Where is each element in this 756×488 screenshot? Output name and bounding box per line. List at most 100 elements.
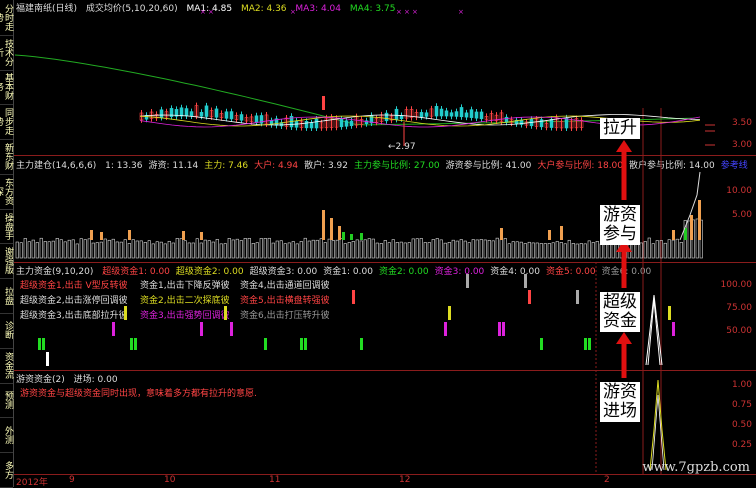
signal-bar xyxy=(502,322,505,336)
volume-bar xyxy=(475,239,479,259)
signal-bar xyxy=(264,338,267,350)
volume-bar xyxy=(207,240,211,259)
volume-bar xyxy=(419,238,423,259)
volume-bar xyxy=(231,239,235,259)
volume-bar xyxy=(327,238,331,259)
candle xyxy=(434,105,439,117)
volume-bar xyxy=(91,242,95,259)
candle xyxy=(199,111,204,117)
volume-bar xyxy=(559,242,563,259)
volume-bar xyxy=(395,242,399,259)
chart-canvas: × × × × × × × xyxy=(14,8,715,474)
volume-bar xyxy=(47,241,51,259)
volume-bar xyxy=(123,239,127,259)
candle xyxy=(464,112,469,118)
volume-bar xyxy=(531,242,535,259)
volume-bar xyxy=(359,240,363,259)
signal-bar xyxy=(672,322,675,336)
volume-bar xyxy=(183,240,187,259)
volume-bar xyxy=(503,238,507,259)
signal-bar xyxy=(304,338,307,350)
x-tick: 9 xyxy=(69,475,75,485)
volume-bar xyxy=(415,238,419,259)
volume-bar xyxy=(215,239,219,259)
signal-bar xyxy=(134,338,137,350)
signal-bar xyxy=(224,306,227,320)
volume-bar xyxy=(15,241,19,259)
candle xyxy=(479,111,484,120)
volume-bar xyxy=(335,239,339,259)
signal-marker: × xyxy=(290,8,296,16)
signal-bar xyxy=(498,322,501,336)
volume-bar xyxy=(471,239,475,259)
volume-bar xyxy=(579,243,583,259)
volume-bar xyxy=(567,239,571,259)
candle xyxy=(469,109,474,118)
volume-bar xyxy=(51,240,55,259)
volume-bar xyxy=(507,243,511,259)
volume-bar xyxy=(595,241,599,259)
volume-bar xyxy=(127,243,131,259)
volume-bar xyxy=(571,243,575,259)
volume-bar xyxy=(151,243,155,259)
volume-bar xyxy=(459,239,463,259)
candle xyxy=(424,112,429,117)
ma4-line xyxy=(14,54,696,126)
participation-bar xyxy=(672,230,675,240)
volume-bar xyxy=(19,242,23,259)
volume-bar xyxy=(367,238,371,259)
signal-bar xyxy=(42,338,45,350)
signal-marker: × xyxy=(404,8,410,16)
volume-bar xyxy=(535,242,539,259)
volume-bar xyxy=(119,241,123,259)
volume-bar xyxy=(299,241,303,259)
participation-bar xyxy=(128,230,131,240)
volume-bar xyxy=(519,241,523,259)
candle xyxy=(384,112,389,122)
volume-bar xyxy=(407,242,411,259)
volume-bar xyxy=(39,237,43,259)
volume-bar xyxy=(83,239,87,259)
signal-marker: × xyxy=(200,8,206,16)
volume-bar xyxy=(451,239,455,259)
volume-bar xyxy=(23,238,27,259)
participation-bar xyxy=(330,218,333,240)
volume-bar xyxy=(291,241,295,259)
volume-bar xyxy=(275,240,279,259)
candle xyxy=(239,114,244,121)
candle xyxy=(159,109,164,118)
participation-bar xyxy=(322,210,325,240)
volume-bar xyxy=(175,238,179,259)
volume-bar xyxy=(227,238,231,259)
volume-bar xyxy=(55,237,59,259)
volume-bar xyxy=(427,242,431,259)
volume-bar xyxy=(303,237,307,259)
volume-bar xyxy=(547,243,551,259)
volume-bar xyxy=(63,241,67,259)
volume-bar xyxy=(59,239,63,259)
x-tick: 12 xyxy=(399,475,411,485)
volume-bar xyxy=(555,241,559,259)
volume-bar xyxy=(271,242,275,259)
volume-bar xyxy=(79,238,83,259)
volume-bar xyxy=(443,242,447,259)
volume-bar xyxy=(375,242,379,259)
volume-bar xyxy=(199,242,203,259)
volume-bar xyxy=(203,239,207,259)
volume-bar xyxy=(243,238,247,259)
volume-bar xyxy=(639,242,643,259)
x-tick: 11 xyxy=(269,475,281,485)
volume-bar xyxy=(219,243,223,259)
volume-bar xyxy=(267,237,271,259)
signal-marker: × xyxy=(412,8,418,16)
candle xyxy=(309,122,314,129)
signal-bar xyxy=(444,322,447,336)
signal-bar xyxy=(448,306,451,320)
x-tick: 10 xyxy=(164,475,176,485)
volume-bar xyxy=(167,240,171,259)
volume-bar xyxy=(351,241,355,259)
participation-bar xyxy=(182,231,185,240)
participation-bar xyxy=(200,232,203,240)
participation-bar xyxy=(350,234,353,240)
volume-bar xyxy=(147,240,151,259)
